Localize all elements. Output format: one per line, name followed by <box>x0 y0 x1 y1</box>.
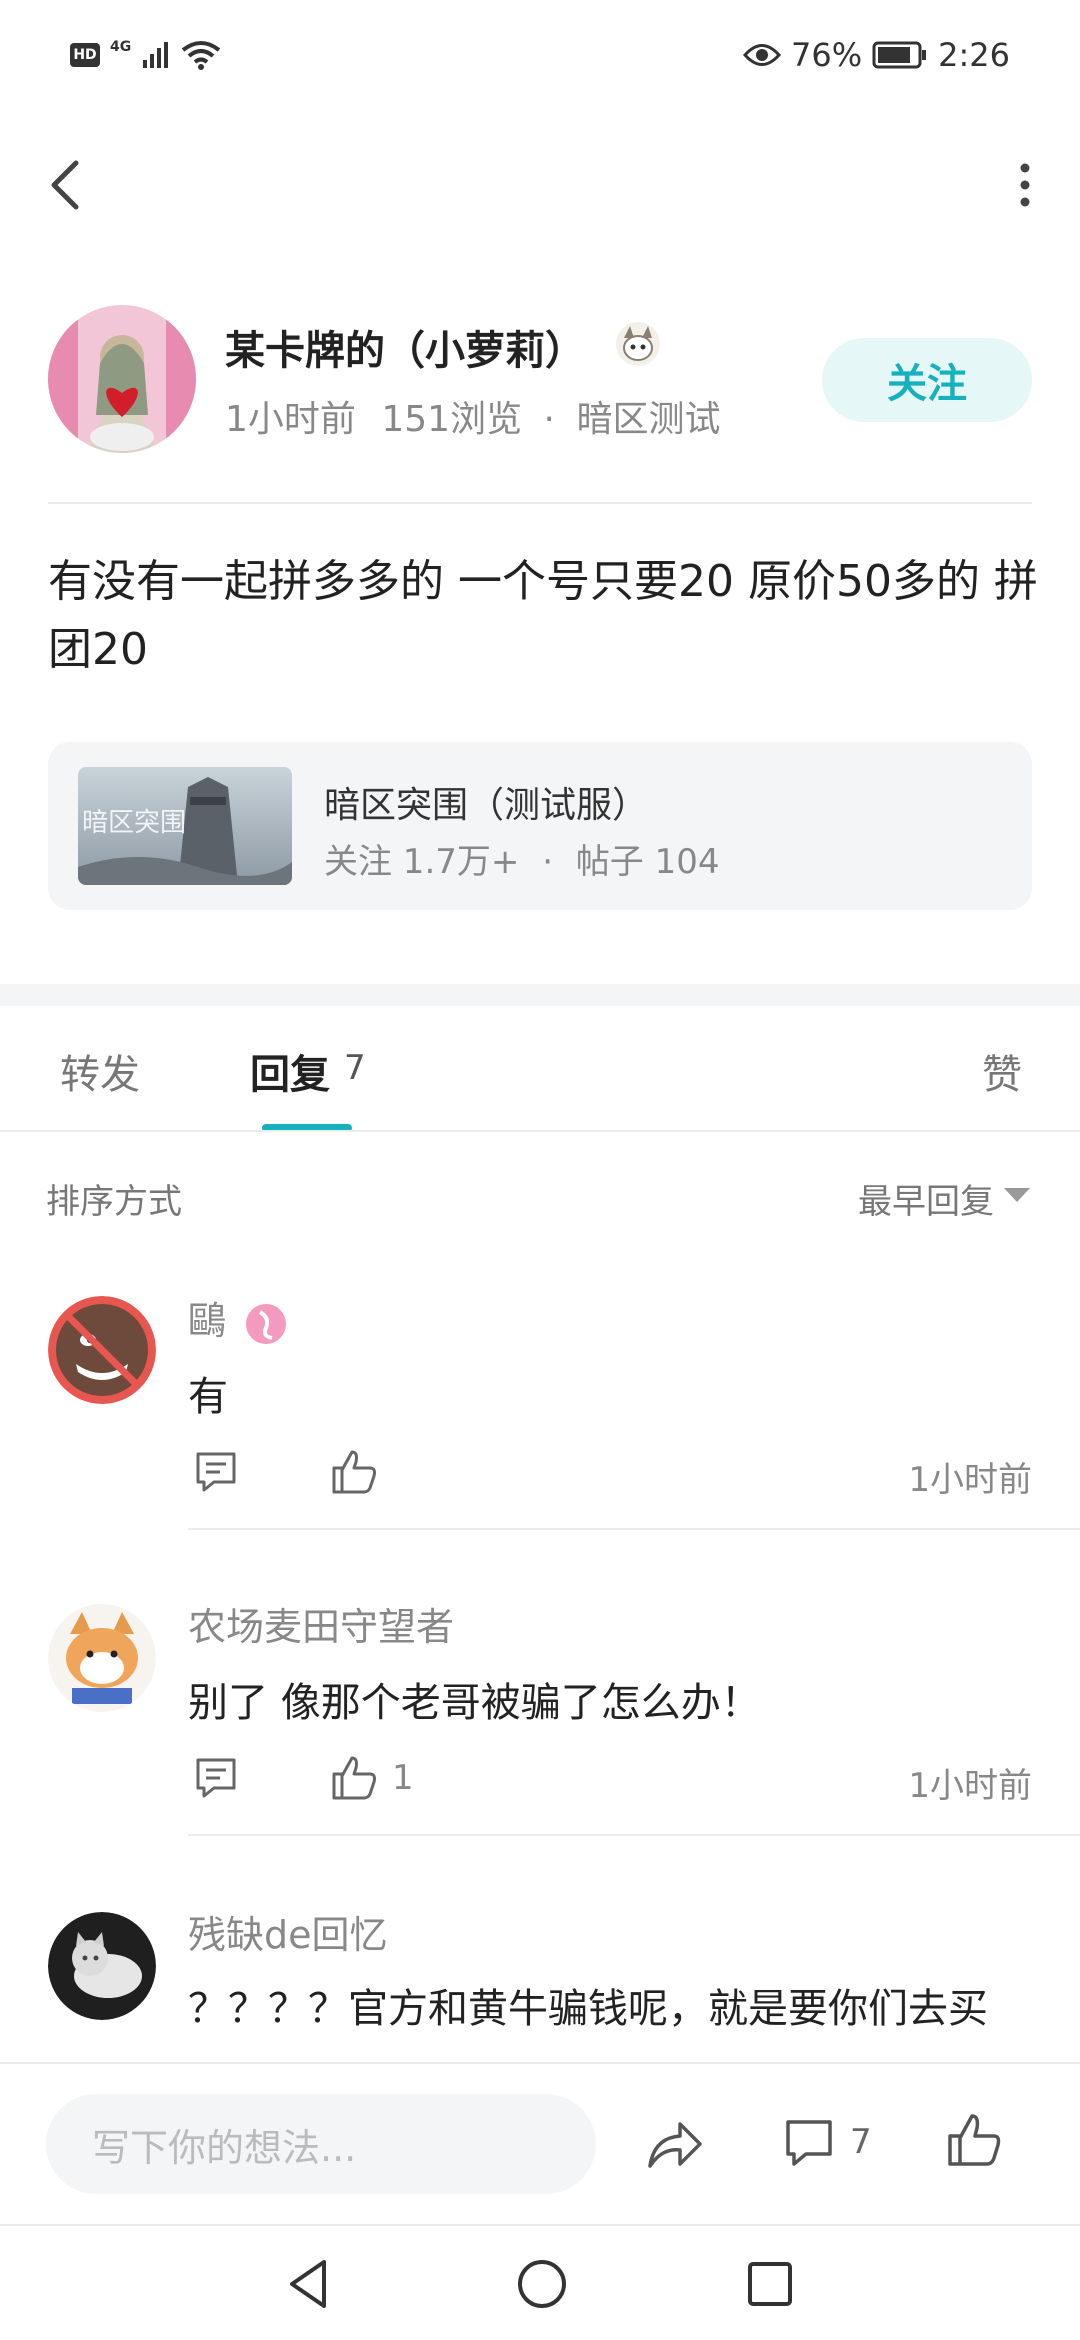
hd-icon: HD <box>70 43 100 67</box>
post-meta: 1小时前 151浏览 · 暗区测试 <box>225 390 720 442</box>
comment-username[interactable]: 残缺de回忆 <box>188 1904 388 1959</box>
circle-thumb-text: 暗区突围 <box>82 808 186 838</box>
thumbs-up-icon[interactable] <box>946 2112 1002 2168</box>
comment-icon[interactable] <box>782 2116 836 2170</box>
section-gap <box>0 984 1080 1006</box>
sort-dropdown[interactable]: 最早回复 <box>858 1174 994 1223</box>
thumbs-up-icon[interactable] <box>330 1754 378 1802</box>
reply-icon[interactable] <box>192 1448 240 1496</box>
battery-icon <box>872 41 927 69</box>
meta-separator: · <box>543 399 555 440</box>
divider <box>48 502 1032 504</box>
stats-separator: · <box>542 842 553 882</box>
divider <box>188 1528 1080 1530</box>
more-icon[interactable] <box>1010 160 1040 210</box>
comment-avatar[interactable] <box>48 1604 156 1712</box>
reply-icon[interactable] <box>192 1754 240 1802</box>
author-name[interactable]: 某卡牌的（小萝莉） <box>225 318 585 376</box>
post-views: 151浏览 <box>381 399 523 440</box>
comment-username[interactable]: 农场麦田守望者 <box>188 1596 454 1651</box>
comment-time: 1小时前 <box>908 1766 1032 1806</box>
divider <box>188 1834 1080 1836</box>
comment-input[interactable]: 写下你的想法... <box>46 2094 596 2194</box>
post-time: 1小时前 <box>225 399 356 440</box>
comment-avatar[interactable] <box>48 1296 156 1404</box>
chevron-down-icon[interactable] <box>1004 1188 1030 1202</box>
circle-posts: 帖子 104 <box>575 842 720 882</box>
user-badge-icon <box>616 322 660 366</box>
share-icon[interactable] <box>646 2116 704 2172</box>
comment-text: 有 <box>188 1374 228 1420</box>
status-right: 76% 2:26 <box>743 36 1010 74</box>
battery-percent: 76% <box>791 36 863 74</box>
wifi-icon <box>182 41 221 70</box>
clock: 2:26 <box>938 36 1010 74</box>
nav-back-icon[interactable] <box>282 2256 338 2312</box>
post-circle-tag[interactable]: 暗区测试 <box>576 399 720 440</box>
comment-username[interactable]: 鷗 <box>188 1290 288 1346</box>
comment-avatar[interactable] <box>48 1912 156 2020</box>
nav-recent-apps-icon[interactable] <box>744 2258 796 2310</box>
circle-followers: 关注 1.7万+ <box>324 842 520 882</box>
network-type: 4G <box>110 39 132 55</box>
post-content: 有没有一起拼多多的 一个号只要20 原价50多的 拼团20 <box>48 556 1038 675</box>
signal-icon <box>143 42 169 68</box>
comment-text: ？？？？官方和黄牛骗钱呢，就是要你们去买 <box>188 1986 988 2032</box>
status-left: HD 4G <box>70 39 221 70</box>
user-badge-icon <box>246 1303 287 1344</box>
nav-home-icon[interactable] <box>514 2256 570 2312</box>
status-bar: HD 4G 76% 2:26 <box>0 0 1080 120</box>
circle-thumbnail: 暗区突围 <box>78 767 292 885</box>
follow-button[interactable]: 关注 <box>822 338 1032 422</box>
circle-card[interactable]: 暗区突围 暗区突围（测试服） 关注 1.7万+ · 帖子 104 <box>48 742 1032 910</box>
sort-label: 排序方式 <box>46 1182 182 1222</box>
system-nav-bar <box>0 2224 1080 2340</box>
circle-stats: 关注 1.7万+ · 帖子 104 <box>324 834 720 883</box>
tab-like[interactable]: 赞 <box>982 1042 1022 1100</box>
thumbs-up-icon[interactable] <box>330 1448 378 1496</box>
comment-count: 7 <box>850 2122 872 2162</box>
comment-text: 别了 像那个老哥被骗了怎么办！ <box>188 1680 761 1726</box>
tab-reply[interactable]: 回复 <box>250 1042 330 1100</box>
comment-like-count: 1 <box>392 1758 414 1798</box>
circle-name: 暗区突围（测试服） <box>324 785 649 826</box>
comment-time: 1小时前 <box>908 1460 1032 1500</box>
author-avatar[interactable] <box>48 305 196 453</box>
back-icon[interactable] <box>40 155 90 215</box>
tab-reply-count: 7 <box>344 1048 366 1088</box>
tab-repost[interactable]: 转发 <box>60 1042 140 1100</box>
comment-username-text[interactable]: 鷗 <box>188 1299 226 1343</box>
eye-icon <box>743 44 782 66</box>
divider <box>0 1130 1080 1132</box>
bottom-action-bar: 写下你的想法... 7 <box>0 2062 1080 2222</box>
